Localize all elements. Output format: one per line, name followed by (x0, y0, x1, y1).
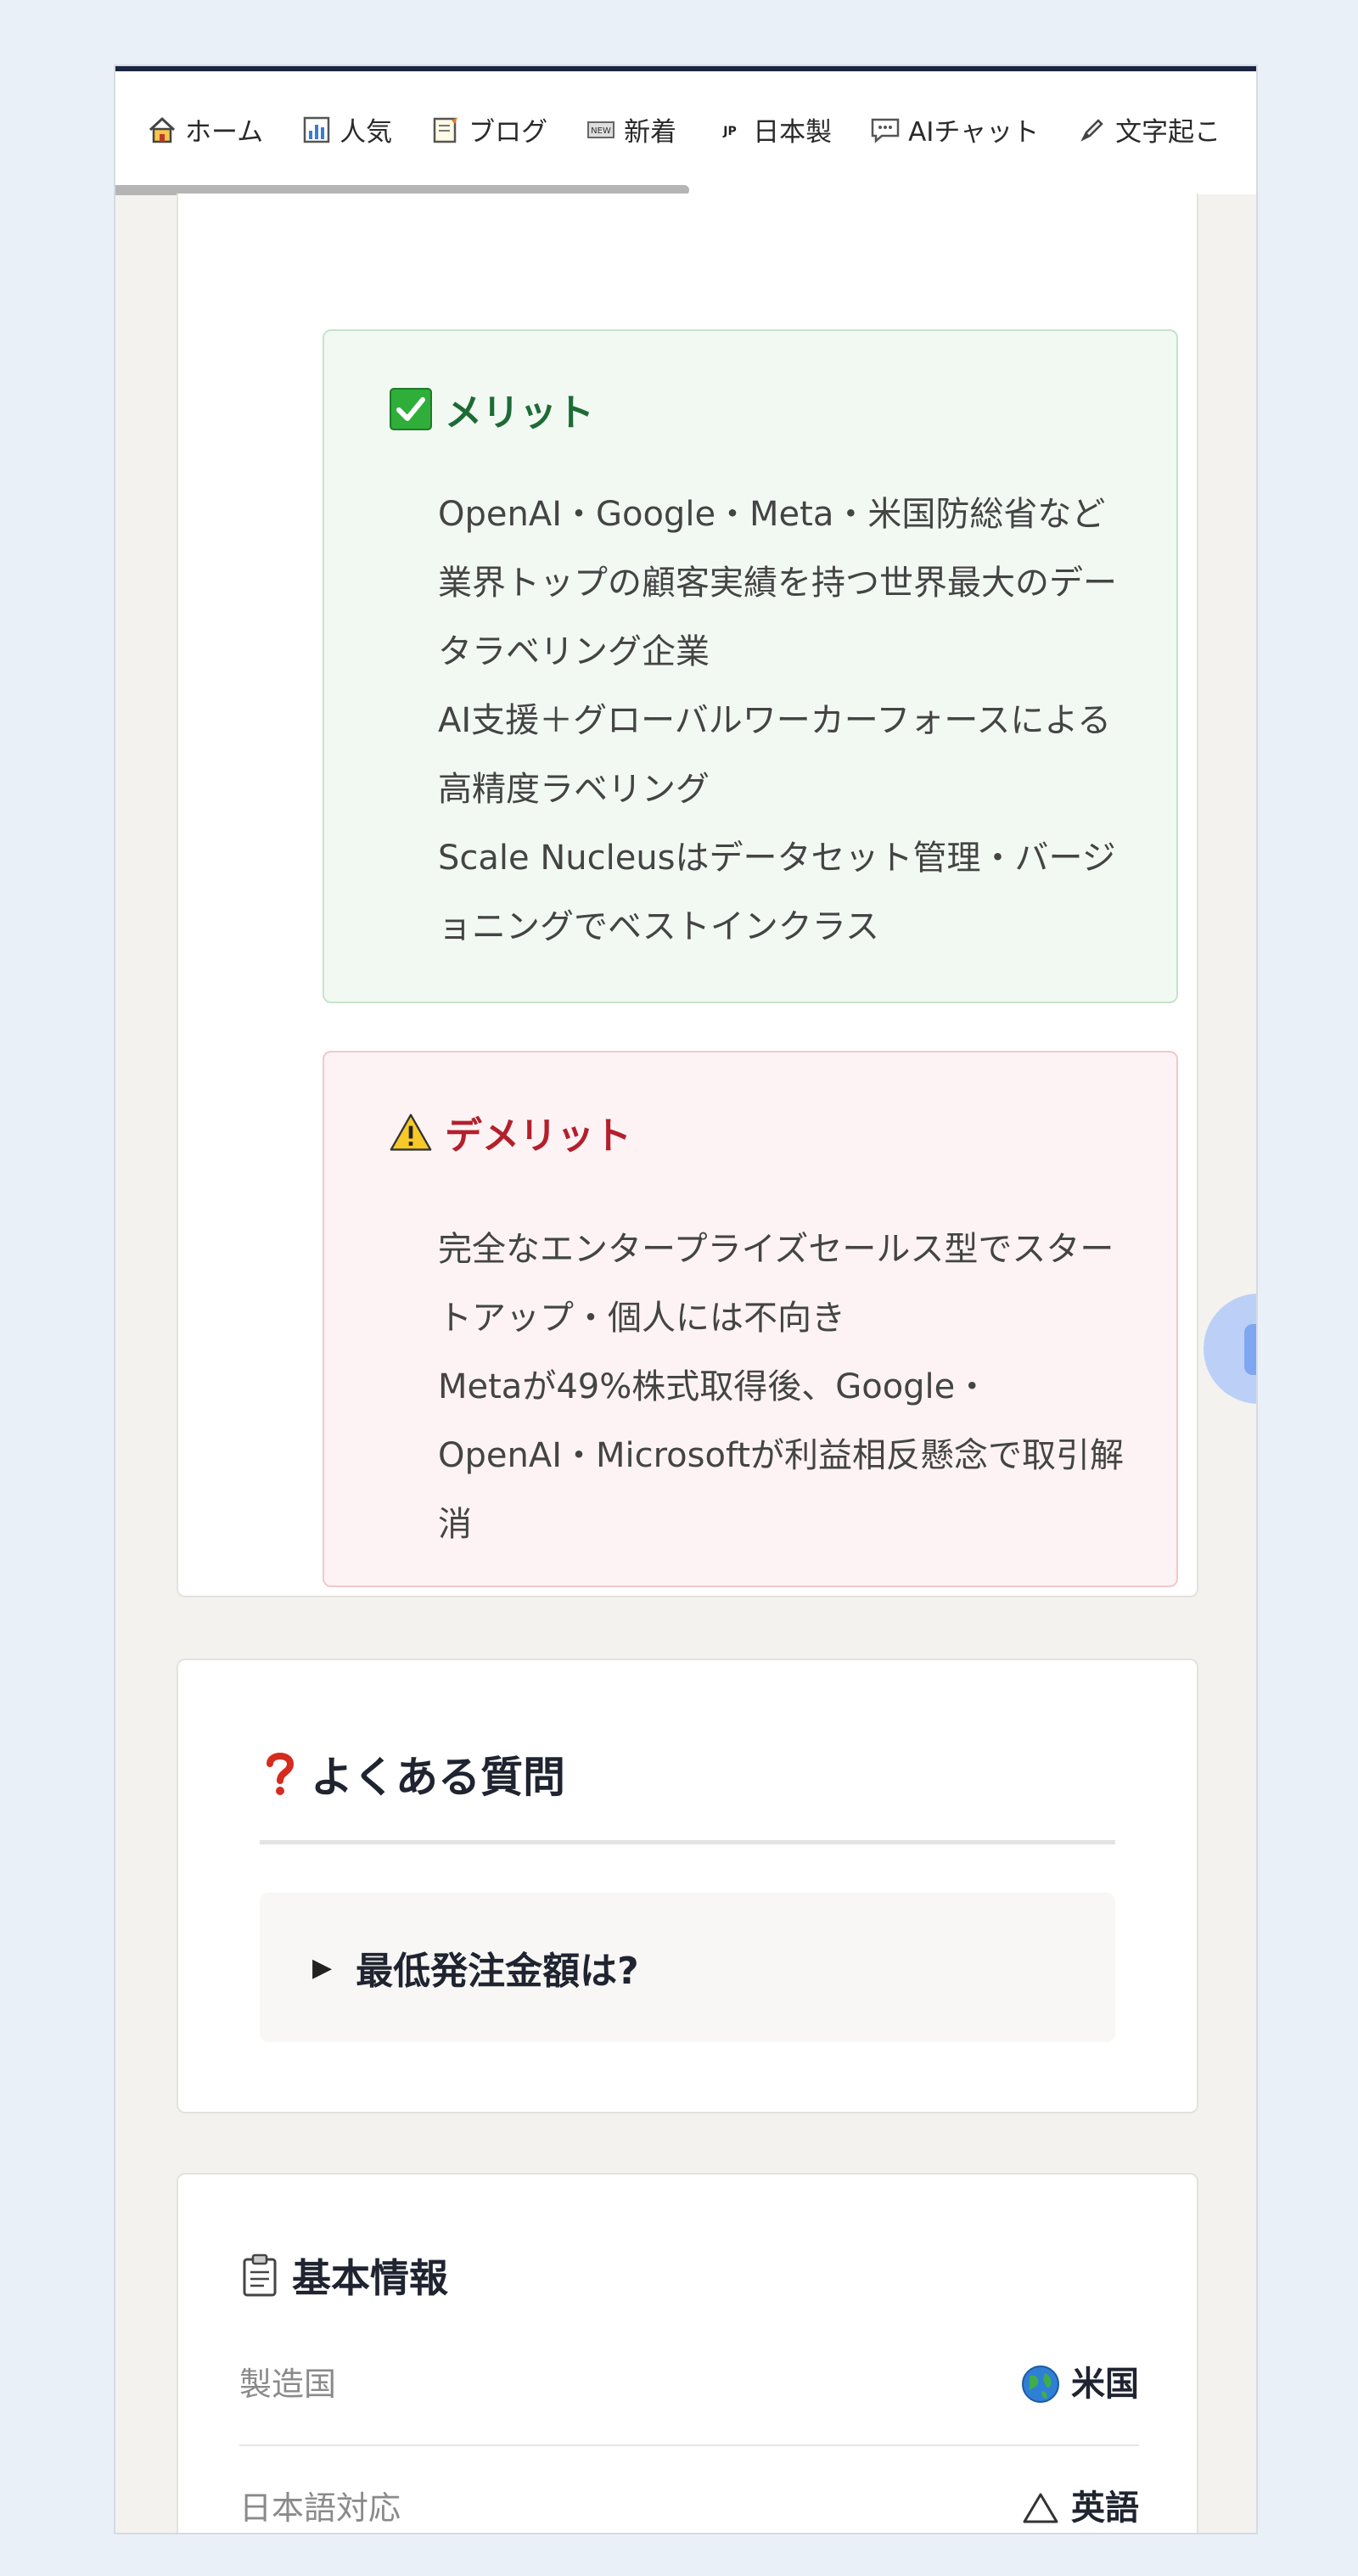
question-icon (260, 1747, 300, 1801)
memo-icon (429, 114, 462, 146)
info-key: 製造国 (239, 2366, 337, 2403)
pros-cons-card: メリット OpenAI・Google・Meta・米国防総省など業界トップの顧客実… (177, 194, 1198, 1597)
nav-label: ホーム (185, 117, 264, 148)
basic-info-title-text: 基本情報 (292, 2255, 448, 2301)
info-value: 米国 (1020, 2322, 1139, 2446)
info-value-text: 英語 (1071, 2489, 1139, 2528)
basic-info-card: 基本情報 製造国 米国 日本語対応 英語 (177, 2173, 1198, 2533)
list-item: 完全なエンタープライズセールス型でスタートアップ・個人には不向き (438, 1230, 1114, 1338)
faq-title: よくある質問 (260, 1743, 565, 1804)
info-value: 英語 (1020, 2446, 1139, 2533)
info-key: 日本語対応 (239, 2489, 401, 2527)
warning-icon (389, 1110, 433, 1154)
info-row-japanese-support: 日本語対応 英語 (239, 2446, 1139, 2533)
pen-icon (1076, 114, 1108, 146)
faq-item[interactable]: ▶ 最低発注金額は? (260, 1893, 1115, 2042)
top-nav: ホーム 人気 ブログ NEW 新着 JP 日本製 AIチャット 文字起こ (115, 66, 1256, 195)
home-icon (146, 114, 178, 146)
merit-title: メリット (389, 382, 594, 436)
demerit-list: 完全なエンタープライズセールス型でスタートアップ・個人には不向き Metaが49… (438, 1215, 1125, 1559)
chat-icon (869, 114, 901, 146)
nav-label: 日本製 (753, 117, 833, 148)
clipboard-icon (239, 2250, 280, 2301)
merit-box: メリット OpenAI・Google・Meta・米国防総省など業界トップの顧客実… (323, 329, 1178, 1003)
merit-title-text: メリット (445, 391, 594, 435)
nav-label: 新着 (624, 117, 677, 148)
list-item: AI支援＋グローバルワーカーフォースによる高精度ラベリング (438, 701, 1112, 809)
globe-icon (1020, 2364, 1061, 2405)
info-row-country: 製造国 米国 (239, 2322, 1139, 2446)
list-item: Scale Nucleusはデータセット管理・バージョニングでベストインクラス (438, 839, 1116, 946)
demerit-box: デメリット 完全なエンタープライズセールス型でスタートアップ・個人には不向き M… (323, 1051, 1178, 1587)
nav-label: AIチャット (908, 117, 1040, 148)
nav-label: 人気 (340, 117, 393, 148)
mobile-viewport: ホーム 人気 ブログ NEW 新着 JP 日本製 AIチャット 文字起こ メリッ… (114, 65, 1258, 2534)
nav-item-japan-made[interactable]: JP 日本製 (714, 110, 832, 149)
faq-question: 最低発注金額は? (356, 1950, 639, 1993)
floating-chat-button[interactable] (1204, 1294, 1256, 1404)
list-item: OpenAI・Google・Meta・米国防総省など業界トップの顧客実績を持つ世… (438, 495, 1117, 671)
new-icon: NEW (585, 114, 617, 146)
faq-title-text: よくある質問 (311, 1753, 565, 1802)
faq-card: よくある質問 ▶ 最低発注金額は? (177, 1658, 1198, 2113)
svg-text:JP: JP (722, 125, 736, 138)
check-icon (389, 387, 433, 431)
expand-triangle-icon: ▶ (312, 1952, 333, 1983)
jp-flag-icon: JP (714, 114, 746, 146)
nav-item-new[interactable]: NEW 新着 (585, 110, 676, 149)
faq-divider (260, 1840, 1115, 1844)
chart-icon (300, 114, 333, 146)
nav-item-popular[interactable]: 人気 (300, 110, 392, 149)
info-value-text: 米国 (1071, 2365, 1139, 2404)
floating-button-icon (1244, 1324, 1256, 1375)
merit-list: OpenAI・Google・Meta・米国防総省など業界トップの顧客実績を持つ世… (438, 480, 1125, 962)
nav-label: ブログ (469, 117, 548, 148)
nav-item-ai-chat[interactable]: AIチャット (869, 110, 1039, 149)
demerit-title-text: デメリット (445, 1114, 631, 1158)
nav-item-transcribe[interactable]: 文字起こ (1076, 110, 1221, 149)
nav-items: ホーム 人気 ブログ NEW 新着 JP 日本製 AIチャット 文字起こ (146, 110, 1256, 149)
nav-item-blog[interactable]: ブログ (429, 110, 547, 149)
svg-text:NEW: NEW (591, 126, 611, 136)
nav-label: 文字起こ (1115, 117, 1221, 148)
nav-item-home[interactable]: ホーム (146, 110, 263, 149)
basic-info-title: 基本情報 (239, 2248, 448, 2304)
demerit-title: デメリット (389, 1105, 631, 1159)
triangle-icon (1020, 2488, 1061, 2528)
list-item: Metaが49%株式取得後、Google・OpenAI・Microsoftが利益… (438, 1367, 1125, 1544)
